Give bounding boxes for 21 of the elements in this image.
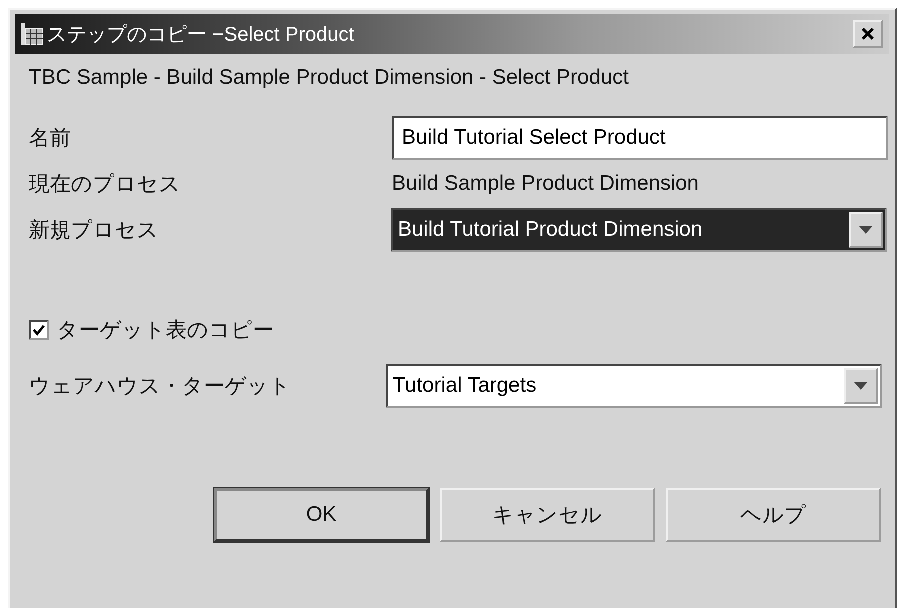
checkmark-icon bbox=[32, 323, 46, 337]
dropdown-arrow-icon bbox=[859, 226, 873, 234]
dialog-button[interactable]: OK bbox=[214, 488, 429, 542]
dialog-button[interactable]: キャンセル bbox=[440, 488, 655, 542]
field-label: 名前 bbox=[29, 126, 72, 152]
field-label: ウェアハウス・ターゲット bbox=[29, 374, 292, 400]
close-icon bbox=[860, 26, 876, 42]
field-value: Build Sample Product Dimension bbox=[391, 171, 700, 197]
checkbox[interactable] bbox=[29, 320, 49, 340]
field-label: 現在のプロセス bbox=[29, 172, 182, 198]
window-title: ステップのコピー −Select Product bbox=[47, 22, 356, 48]
close-button[interactable] bbox=[853, 20, 883, 48]
field-label: 新規プロセス bbox=[29, 218, 160, 244]
dialog-button[interactable]: ヘルプ bbox=[666, 488, 881, 542]
checkbox-label: ターゲット表のコピー bbox=[57, 318, 274, 344]
warehouse-dropdown[interactable]: Tutorial Targets bbox=[386, 364, 882, 408]
table-icon bbox=[19, 21, 45, 47]
dropdown-arrow-icon bbox=[854, 382, 868, 390]
process-dropdown[interactable]: Build Tutorial Product Dimension bbox=[391, 208, 887, 252]
name-input[interactable]: Build Tutorial Select Product bbox=[392, 116, 888, 160]
step-path-text: TBC Sample - Build Sample Product Dimension - Select Product bbox=[29, 66, 630, 91]
